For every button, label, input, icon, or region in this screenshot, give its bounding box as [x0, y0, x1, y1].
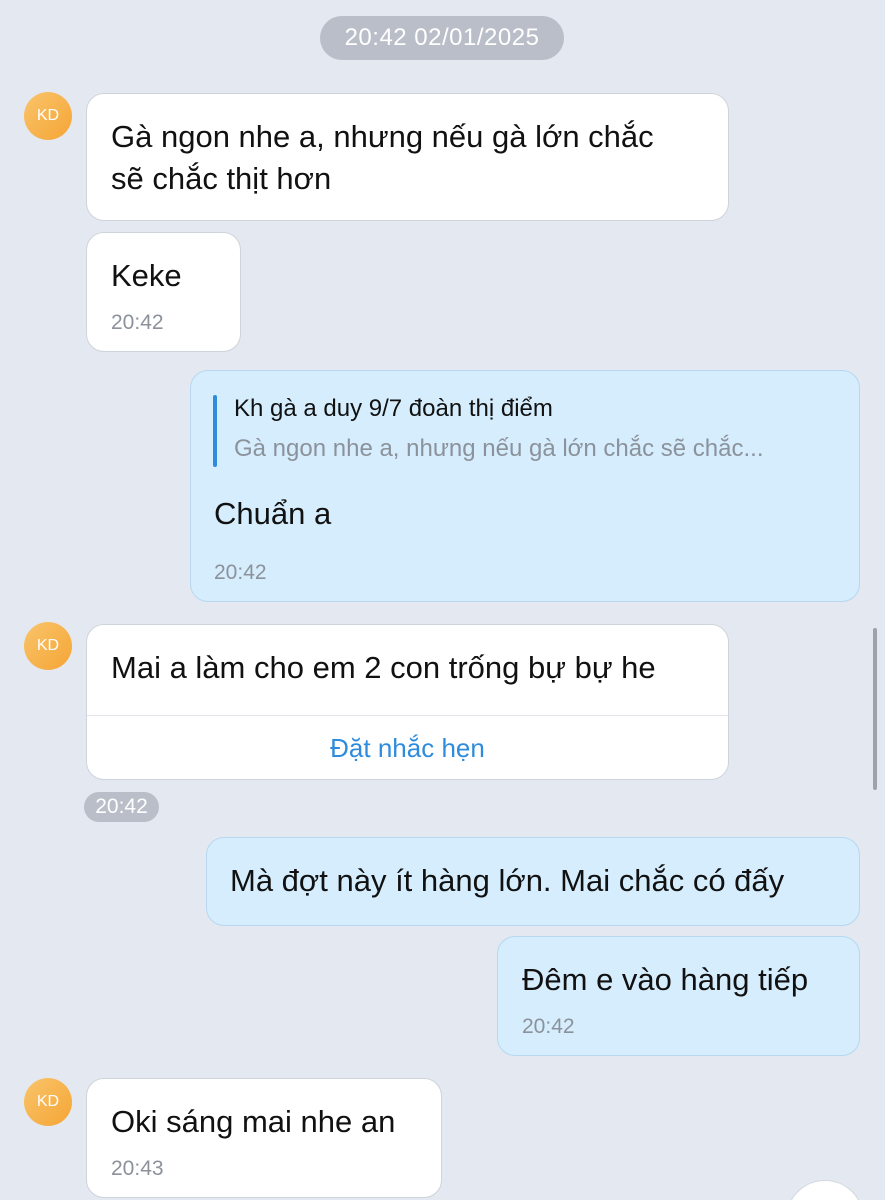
message-text: sẽ chắc thịt hơn	[111, 161, 332, 196]
quote-text[interactable]: Gà ngon nhe a, nhưng nếu gà lớn chắc sẽ …	[234, 433, 764, 465]
contact-avatar[interactable]: KD	[24, 622, 72, 670]
chat-view: 20:42 02/01/2025 KD Gà ngon nhe a, nhưng…	[0, 0, 885, 1200]
message-bubble-incoming[interactable]: Mai a làm cho em 2 con trống bự bự he Đặ…	[86, 624, 729, 780]
date-separator: 20:42 02/01/2025	[320, 16, 564, 60]
message-time: 20:42	[214, 561, 267, 584]
quote-title[interactable]: Kh gà a duy 9/7 đoàn thị điểm	[234, 393, 553, 425]
message-bubble-outgoing[interactable]: Mà đợt này ít hàng lớn. Mai chắc có đấy	[206, 837, 860, 926]
message-text: Mai a làm cho em 2 con trống bự bự he	[111, 650, 656, 685]
contact-avatar[interactable]: KD	[24, 92, 72, 140]
message-time: 20:42	[84, 792, 159, 822]
message-time: 20:43	[111, 1157, 164, 1180]
message-bubble-incoming[interactable]: Keke 20:42	[86, 232, 241, 352]
contact-avatar[interactable]: KD	[24, 1078, 72, 1126]
message-time: 20:42	[522, 1015, 575, 1038]
scrollbar[interactable]	[873, 628, 877, 790]
set-reminder-button[interactable]: Đặt nhắc hẹn	[87, 717, 728, 779]
message-text: Mà đợt này ít hàng lớn. Mai chắc có đấy	[230, 863, 785, 898]
message-text: Keke	[111, 258, 182, 293]
message-text: Gà ngon nhe a, nhưng nếu gà lớn chắc	[111, 119, 654, 154]
message-time: 20:42	[111, 311, 164, 334]
quote-bar	[213, 395, 217, 467]
message-bubble-incoming[interactable]: Oki sáng mai nhe an 20:43	[86, 1078, 442, 1198]
scroll-to-bottom-button[interactable]	[786, 1180, 864, 1200]
message-text: Oki sáng mai nhe an	[111, 1104, 396, 1139]
message-bubble-outgoing[interactable]: Kh gà a duy 9/7 đoàn thị điểm Gà ngon nh…	[190, 370, 860, 602]
message-bubble-outgoing[interactable]: Đêm e vào hàng tiếp 20:42	[497, 936, 860, 1056]
message-text: Đêm e vào hàng tiếp	[522, 962, 809, 997]
message-bubble-incoming[interactable]: Gà ngon nhe a, nhưng nếu gà lớn chắc sẽ …	[86, 93, 729, 221]
message-text: Chuẩn a	[214, 496, 332, 531]
bubble-divider	[87, 715, 728, 716]
